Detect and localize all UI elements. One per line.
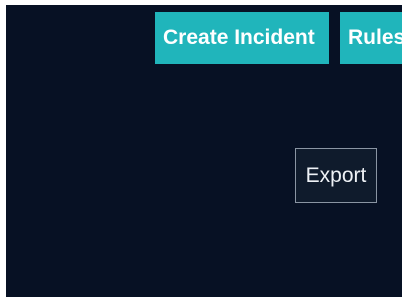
- app-viewport: Create Incident Rules Export: [6, 5, 402, 297]
- rules-button[interactable]: Rules: [340, 12, 402, 64]
- create-incident-button[interactable]: Create Incident: [155, 12, 329, 64]
- export-button[interactable]: Export: [295, 148, 377, 203]
